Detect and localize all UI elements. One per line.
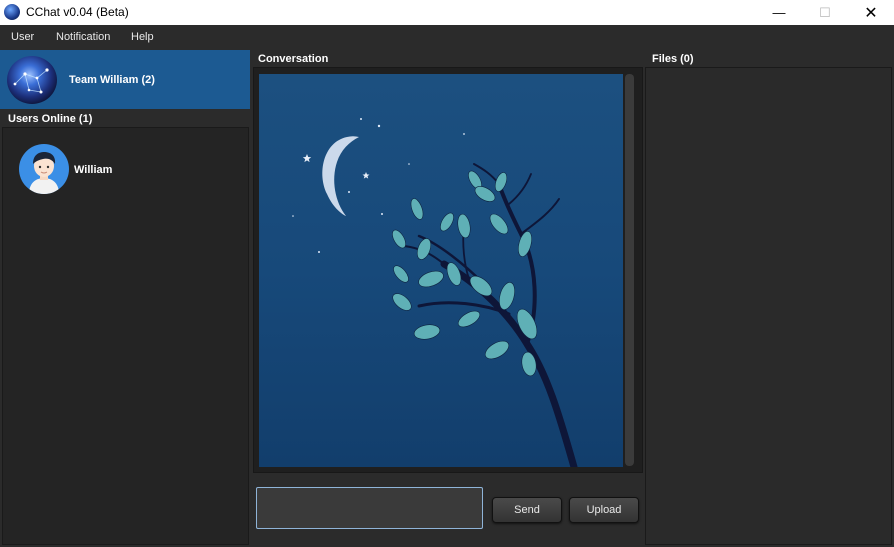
user-avatar: [19, 144, 69, 194]
user-name: William: [74, 164, 113, 176]
user-item[interactable]: William: [19, 144, 219, 194]
conversation-scrollbar[interactable]: [625, 74, 634, 466]
team-name: Team William (2): [69, 74, 155, 86]
upload-button[interactable]: Upload: [569, 497, 639, 523]
conversation-label: Conversation: [258, 53, 329, 65]
night-tree-moon-image: [259, 74, 623, 467]
users-online-list: William: [2, 127, 249, 545]
message-input[interactable]: [256, 487, 483, 529]
menu-notification[interactable]: Notification: [56, 31, 110, 43]
team-header[interactable]: Team William (2): [0, 50, 250, 109]
person-avatar-icon: [29, 152, 59, 194]
constellation-icon: [13, 68, 49, 94]
files-label: Files (0): [652, 53, 694, 65]
files-panel: [645, 67, 892, 545]
close-button[interactable]: ✕: [848, 0, 894, 25]
maximize-button[interactable]: ☐: [802, 0, 848, 25]
minimize-button[interactable]: —: [756, 0, 802, 25]
menu-bar: User Notification Help: [0, 25, 894, 49]
team-avatar: [7, 56, 57, 104]
app-icon: [4, 4, 20, 20]
conversation-panel: [253, 67, 643, 473]
send-button[interactable]: Send: [492, 497, 562, 523]
menu-user[interactable]: User: [11, 31, 34, 43]
title-bar: CChat v0.04 (Beta) — ☐ ✕: [0, 0, 894, 25]
window-title: CChat v0.04 (Beta): [26, 5, 129, 19]
users-online-label: Users Online (1): [8, 113, 93, 125]
menu-help[interactable]: Help: [131, 31, 154, 43]
